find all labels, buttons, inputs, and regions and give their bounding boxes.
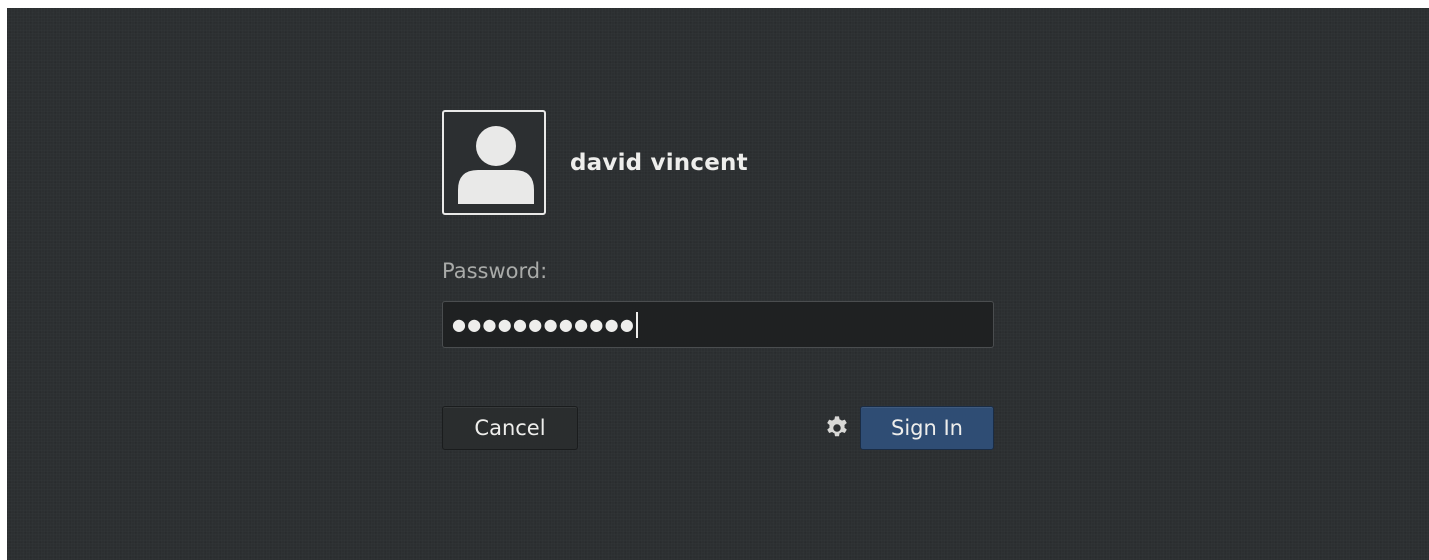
login-screen: david vincent Password: ●●●●●●●●●●●● Can… [7, 8, 1429, 560]
user-name: david vincent [570, 149, 748, 176]
gear-icon[interactable] [823, 414, 851, 442]
password-masked-value: ●●●●●●●●●●●● [452, 314, 636, 334]
user-row: david vincent [442, 110, 748, 215]
sign-in-button[interactable]: Sign In [860, 406, 994, 450]
user-avatar-icon [458, 126, 534, 204]
cancel-button[interactable]: Cancel [442, 406, 578, 450]
text-cursor [636, 311, 639, 338]
password-label: Password: [442, 259, 548, 283]
password-field[interactable]: ●●●●●●●●●●●● [442, 301, 994, 348]
user-avatar [442, 110, 546, 215]
